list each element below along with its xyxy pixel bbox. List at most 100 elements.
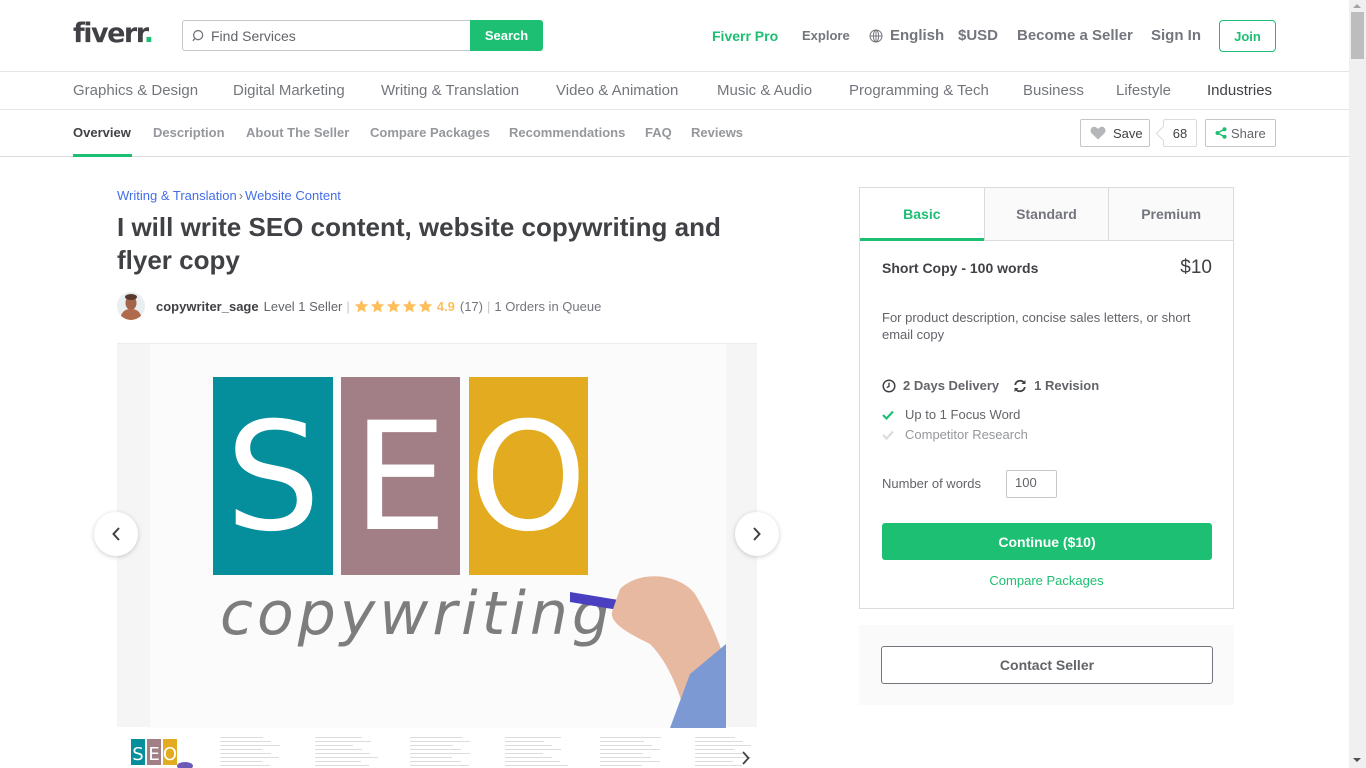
chevron-right-icon xyxy=(753,527,761,541)
nav-language[interactable]: English xyxy=(869,20,944,51)
star-icon xyxy=(386,299,401,312)
tab-overview[interactable]: Overview xyxy=(73,125,131,140)
nav-fiverr-pro[interactable]: Fiverr Pro xyxy=(712,20,778,51)
seo-letter-o: O xyxy=(469,391,587,565)
category-digital-marketing[interactable]: Digital Marketing xyxy=(233,82,345,99)
thumbnail-document-preview xyxy=(505,737,569,768)
scroll-up-arrow-icon[interactable] xyxy=(1353,4,1361,8)
breadcrumb-website-content[interactable]: Website Content xyxy=(245,188,341,203)
seo-letter-s: S xyxy=(225,391,320,565)
package-card: Basic Standard Premium Short Copy - 100 … xyxy=(859,187,1234,609)
search-input[interactable] xyxy=(211,27,461,44)
tab-compare-packages[interactable]: Compare Packages xyxy=(370,125,490,140)
save-label: Save xyxy=(1113,125,1143,141)
breadcrumb: Writing & Translation › Website Content xyxy=(117,188,341,203)
join-button[interactable]: Join xyxy=(1219,20,1276,52)
package-tab-premium[interactable]: Premium xyxy=(1108,188,1234,240)
globe-icon xyxy=(869,29,883,42)
nav-sign-in-label: Sign In xyxy=(1151,27,1201,44)
category-industries[interactable]: Industries xyxy=(1207,82,1272,99)
save-count-value: 68 xyxy=(1172,125,1188,141)
contact-seller-button[interactable]: Contact Seller xyxy=(881,646,1213,684)
feature-competitor-research: Competitor Research xyxy=(882,427,1028,442)
thumbnails-next-icon[interactable] xyxy=(741,751,751,765)
svg-text:O: O xyxy=(163,744,177,765)
gallery-next-button[interactable] xyxy=(735,512,779,556)
logo-dot: . xyxy=(143,18,154,49)
compare-packages-link[interactable]: Compare Packages xyxy=(860,573,1233,588)
star-icon xyxy=(370,299,385,312)
contact-seller-section: Contact Seller xyxy=(859,625,1234,705)
gallery-thumbnail[interactable]: SEO xyxy=(117,731,197,768)
category-graphics-design[interactable]: Graphics & Design xyxy=(73,82,198,99)
breadcrumb-separator: › xyxy=(238,188,244,203)
divider: | xyxy=(486,298,491,314)
package-tab-basic[interactable]: Basic xyxy=(860,188,984,241)
feature-label: Competitor Research xyxy=(905,427,1028,442)
package-tab-standard[interactable]: Standard xyxy=(983,188,1109,240)
number-of-words-label: Number of words xyxy=(882,476,981,491)
tab-reviews[interactable]: Reviews xyxy=(691,125,743,140)
copywriting-text: copywriting xyxy=(220,579,614,649)
gallery-thumbnail[interactable] xyxy=(307,731,387,768)
nav-sign-in[interactable]: Sign In xyxy=(1151,20,1201,51)
feature-label: Up to 1 Focus Word xyxy=(905,407,1021,422)
nav-explore[interactable]: Explore xyxy=(802,20,850,51)
search-field[interactable] xyxy=(182,20,470,51)
tab-about-seller[interactable]: About The Seller xyxy=(246,125,349,140)
tab-recommendations[interactable]: Recommendations xyxy=(509,125,625,140)
category-lifestyle[interactable]: Lifestyle xyxy=(1116,82,1171,99)
category-music-audio[interactable]: Music & Audio xyxy=(717,82,812,99)
active-tab-indicator xyxy=(73,154,132,157)
search-button[interactable]: Search xyxy=(470,20,543,51)
number-of-words-input[interactable] xyxy=(1006,470,1057,498)
nav-currency[interactable]: $USD xyxy=(958,20,998,51)
page-scrollbar[interactable] xyxy=(1349,0,1366,768)
save-button[interactable]: Save xyxy=(1080,119,1150,147)
avatar-image xyxy=(117,292,145,320)
feature-focus-word: Up to 1 Focus Word xyxy=(882,407,1020,422)
scrollbar-thumb[interactable] xyxy=(1351,12,1364,59)
site-header: fiverr. Search Fiverr Pro Explore Englis… xyxy=(0,0,1349,72)
heart-icon xyxy=(1090,126,1106,140)
nav-language-label: English xyxy=(890,27,945,44)
category-video-animation[interactable]: Video & Animation xyxy=(556,82,678,99)
scroll-down-arrow-icon[interactable] xyxy=(1353,758,1361,762)
nav-become-seller[interactable]: Become a Seller xyxy=(1017,20,1133,51)
star-icon xyxy=(418,299,433,312)
continue-button[interactable]: Continue ($10) xyxy=(882,523,1212,560)
gallery-main-image[interactable]: S E O copywriting xyxy=(150,344,726,728)
star-icon xyxy=(402,299,417,312)
search-bar: Search xyxy=(182,20,543,51)
seller-username[interactable]: copywriter_sage xyxy=(156,299,259,314)
gallery-prev-button[interactable] xyxy=(94,512,138,556)
package-name: Short Copy - 100 words xyxy=(882,260,1039,276)
tab-faq[interactable]: FAQ xyxy=(645,125,672,140)
gallery-thumbnail[interactable] xyxy=(592,731,672,768)
thumbnail-seo-image: SEO xyxy=(131,739,193,768)
category-programming-tech[interactable]: Programming & Tech xyxy=(849,82,989,99)
category-business[interactable]: Business xyxy=(1023,82,1084,99)
svg-text:S: S xyxy=(132,744,143,765)
share-icon xyxy=(1215,127,1227,139)
nav-explore-label: Explore xyxy=(802,28,850,43)
delivery-time: 2 Days Delivery xyxy=(903,378,1000,393)
share-button[interactable]: Share xyxy=(1205,119,1276,147)
chevron-left-icon xyxy=(112,527,120,541)
gallery-thumbnail[interactable] xyxy=(402,731,482,768)
seller-avatar[interactable] xyxy=(117,292,145,320)
nav-fiverr-pro-label: Fiverr Pro xyxy=(712,27,779,44)
fiverr-logo[interactable]: fiverr. xyxy=(73,18,154,49)
category-writing-translation[interactable]: Writing & Translation xyxy=(381,82,519,99)
package-delivery-info: 2 Days Delivery 1 Revision xyxy=(882,378,1099,393)
seller-overview: copywriter_sage Level 1 Seller | 4.9 (17… xyxy=(117,292,601,320)
star-icon xyxy=(354,299,369,312)
orders-in-queue: 1 Orders in Queue xyxy=(494,298,602,314)
gallery-thumbnail[interactable] xyxy=(497,731,577,768)
package-tabs: Basic Standard Premium xyxy=(860,188,1234,241)
thumbnail-document-preview xyxy=(410,737,474,768)
tab-description[interactable]: Description xyxy=(153,125,225,140)
gallery-thumbnail[interactable] xyxy=(212,731,292,768)
breadcrumb-writing-translation[interactable]: Writing & Translation xyxy=(117,188,237,203)
review-count[interactable]: (17) xyxy=(460,299,483,314)
